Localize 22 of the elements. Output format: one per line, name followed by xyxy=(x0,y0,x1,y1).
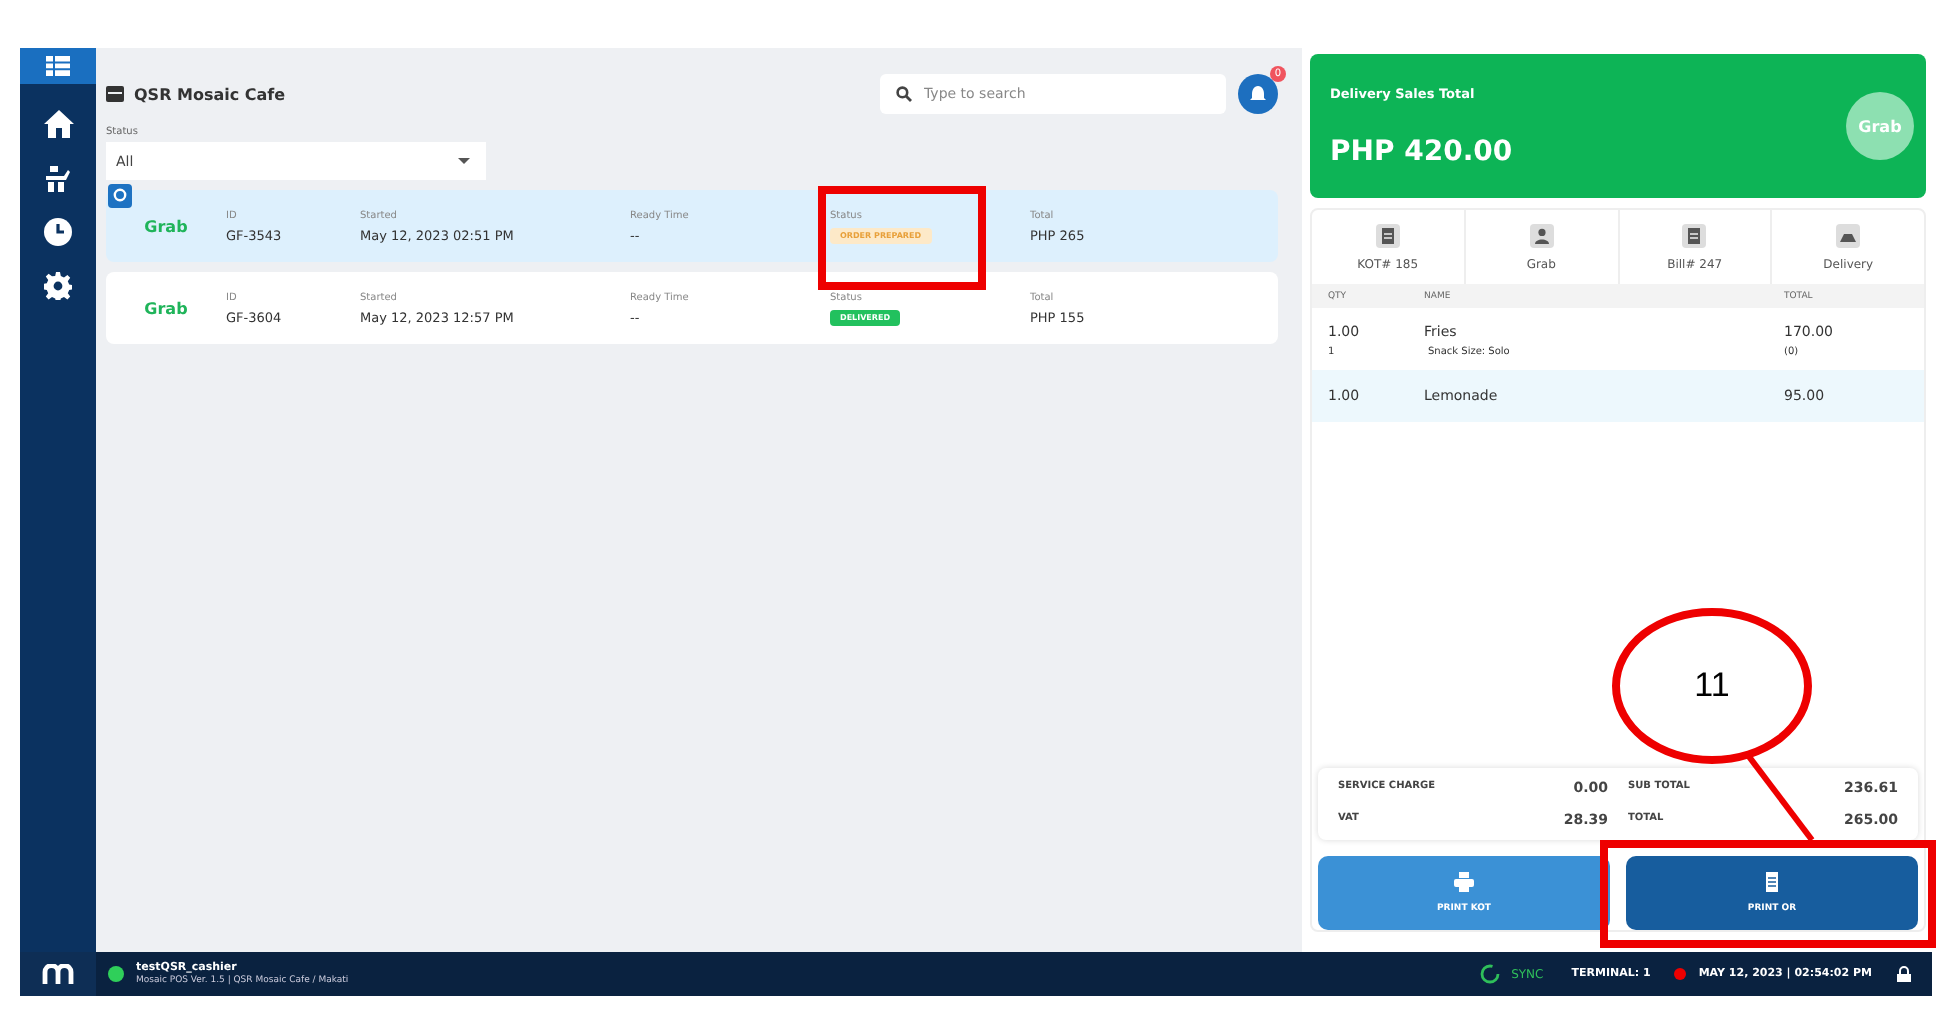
caret-icon xyxy=(458,158,470,164)
settings-icon[interactable] xyxy=(44,272,72,300)
record-dot-icon xyxy=(1674,968,1687,980)
brand-logo: Grab xyxy=(142,299,190,317)
grid-menu-icon[interactable] xyxy=(20,48,96,84)
printer-icon xyxy=(1454,872,1474,892)
person-icon xyxy=(1529,223,1554,247)
clock-icon[interactable] xyxy=(44,218,72,246)
lock-icon[interactable] xyxy=(1896,966,1912,982)
home-icon[interactable] xyxy=(43,110,73,138)
store-name: QSR Mosaic Cafe xyxy=(134,85,286,103)
bell-icon xyxy=(1248,84,1268,104)
search-icon xyxy=(896,86,912,102)
delivery-icon xyxy=(1836,223,1861,247)
store-icon xyxy=(106,86,124,102)
document-icon xyxy=(1682,223,1707,247)
document-icon xyxy=(1375,223,1400,247)
brand-logo: Grab xyxy=(1846,92,1914,160)
receipt-icon xyxy=(1762,872,1782,892)
brand-logo: Grab xyxy=(142,217,190,235)
sync-icon[interactable] xyxy=(1479,964,1500,984)
sales-amount: PHP 420.00 xyxy=(1330,135,1513,167)
